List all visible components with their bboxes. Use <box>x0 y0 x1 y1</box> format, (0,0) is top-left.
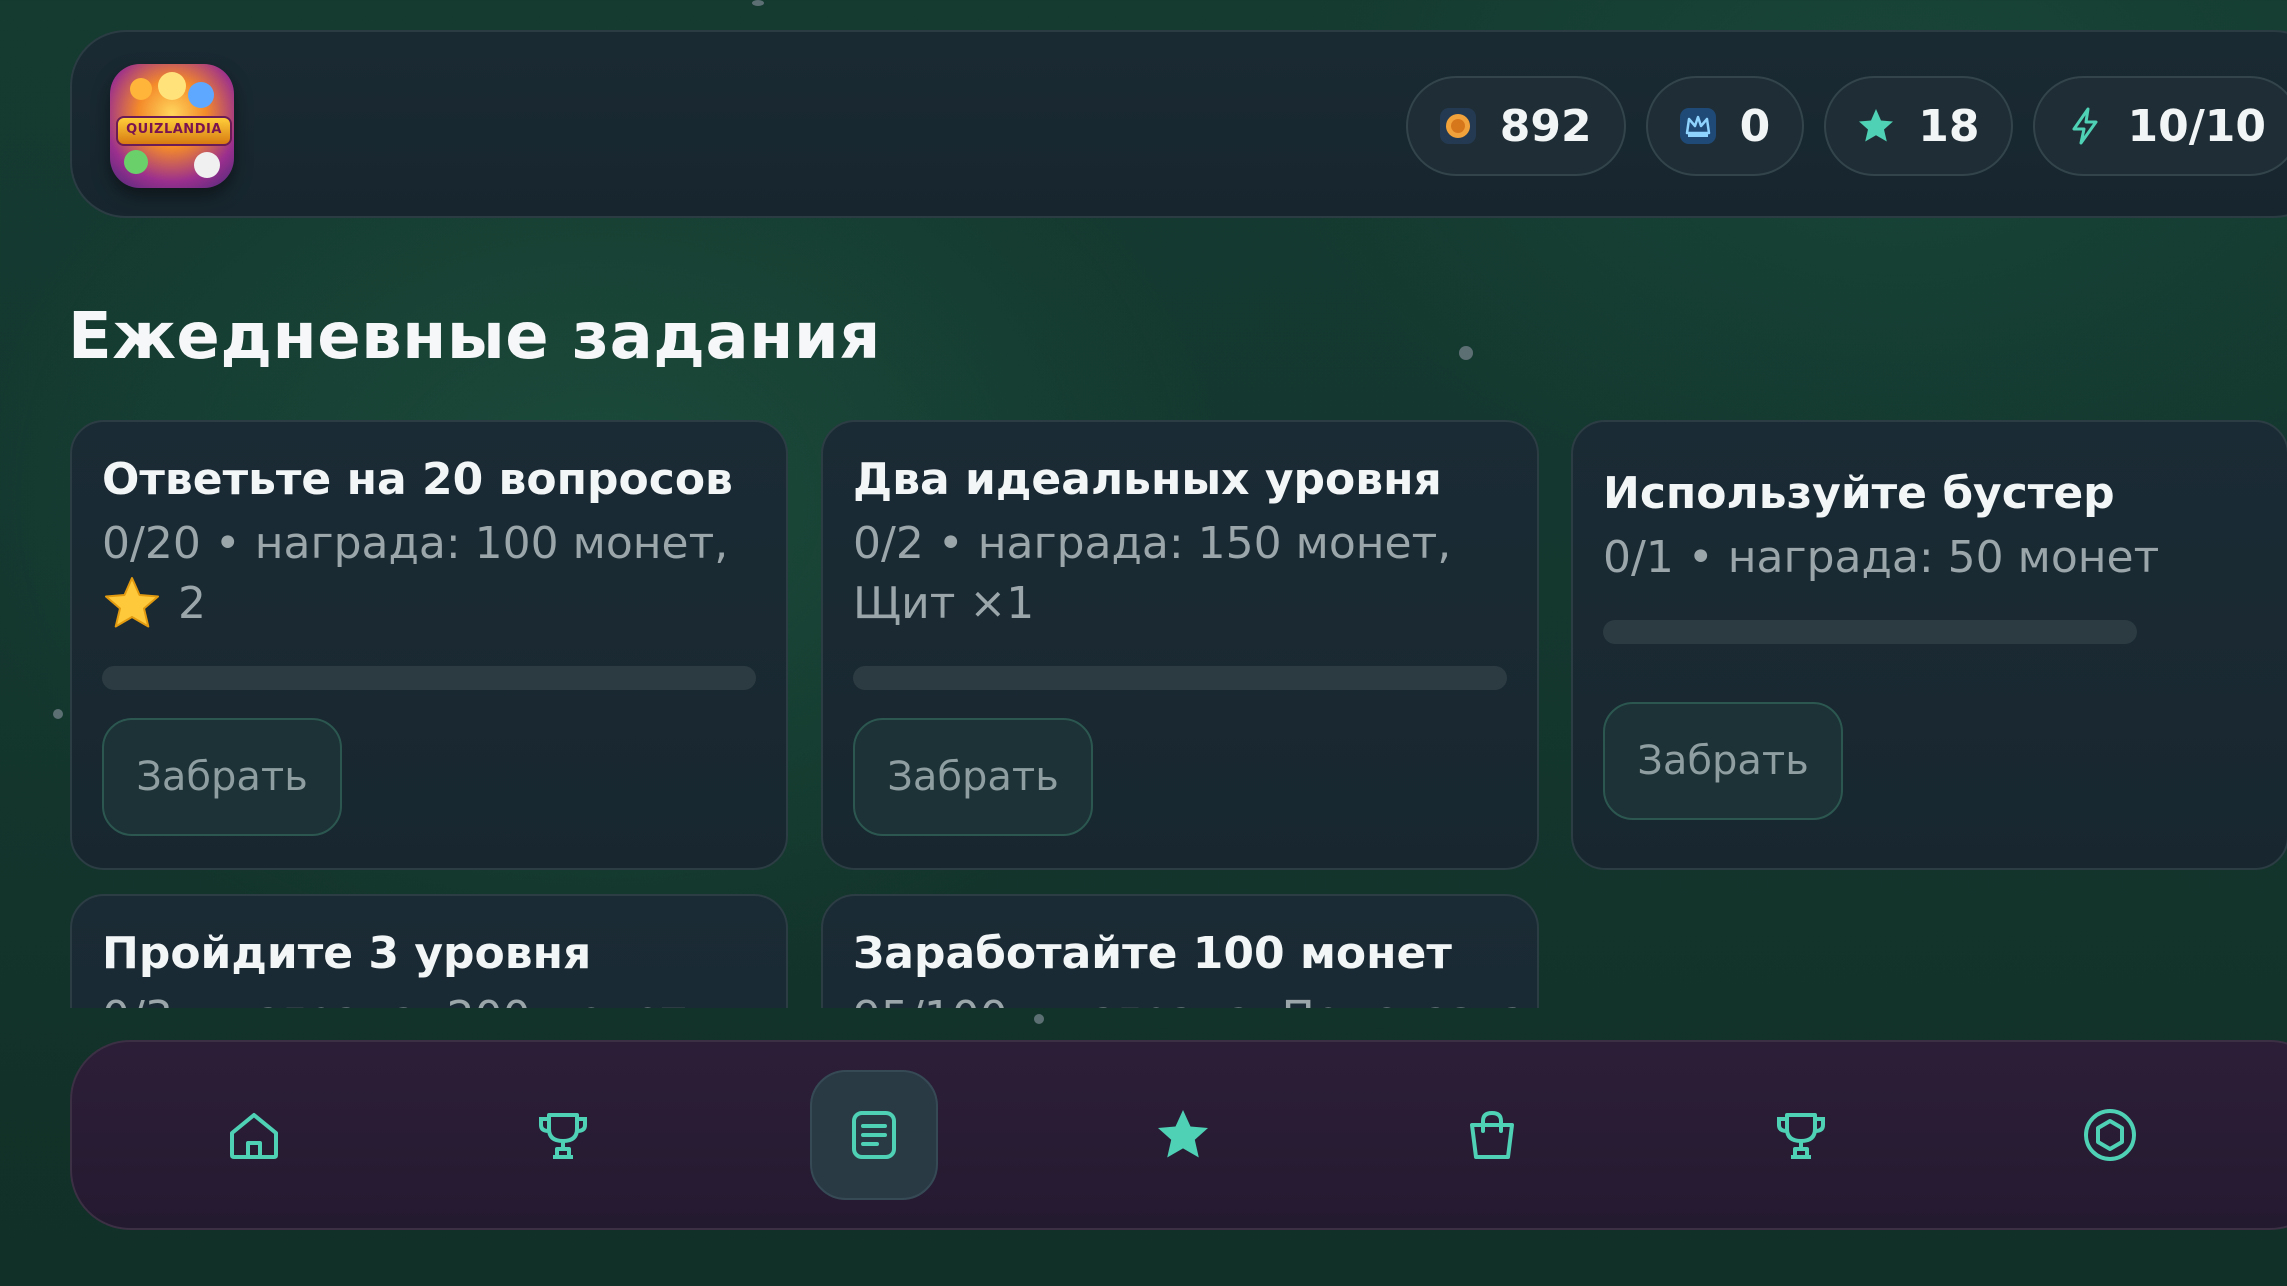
claim-button[interactable]: Забрать <box>1603 702 1843 820</box>
crown-icon <box>1678 106 1718 146</box>
task-progress-reward: 0/2 • награда: 150 монет, <box>853 518 1452 569</box>
decor-dot <box>752 0 764 6</box>
coin-icon <box>1438 106 1478 146</box>
task-reward-stars: 2 <box>178 578 206 629</box>
task-progress-reward: 0/20 • награда: 100 монет, <box>102 518 729 569</box>
task-reward-extra: Щит ×1 <box>853 578 1035 629</box>
nav-home[interactable] <box>190 1070 318 1200</box>
task-progress-bar <box>1603 620 2137 644</box>
crowns-counter[interactable]: 0 <box>1645 76 1805 176</box>
coins-counter[interactable]: 892 <box>1405 76 1626 176</box>
star-icon <box>1856 106 1896 146</box>
logo-text: QUIZLANDIA <box>126 122 222 137</box>
leaderboard-trophy-icon <box>1777 1113 1825 1159</box>
page-title: Ежедневные задания <box>68 300 881 374</box>
energy-value: 10/10 <box>2127 100 2266 152</box>
claim-button[interactable]: Забрать <box>853 718 1093 836</box>
task-card: Используйте бустер 0/1 • награда: 50 мон… <box>1571 420 2287 870</box>
settings-icon <box>2084 1109 2136 1161</box>
app-logo[interactable]: QUIZLANDIA <box>110 64 234 188</box>
task-progress-reward: 0/3 • награда: 200 монет <box>102 988 686 1008</box>
decor-dot <box>1034 1014 1044 1024</box>
task-reward-extra: 2 <box>102 574 206 634</box>
task-progress-bar <box>853 666 1507 690</box>
task-progress-bar <box>102 666 756 690</box>
nav-settings[interactable] <box>2046 1070 2174 1200</box>
star-icon <box>1158 1110 1208 1158</box>
energy-counter[interactable]: 10/10 <box>2033 76 2287 176</box>
task-progress-reward: 95/100 • награда: Подсказка <box>853 988 1527 1008</box>
stars-counter[interactable]: 18 <box>1824 76 2014 176</box>
task-card: Пройдите 3 уровня 0/3 • награда: 200 мон… <box>70 894 788 1008</box>
lightning-icon <box>2065 106 2105 146</box>
stats-bar: 892 0 18 10/10 <box>1405 76 2287 176</box>
claim-button[interactable]: Забрать <box>102 718 342 836</box>
nav-shop[interactable] <box>1428 1070 1556 1200</box>
star-emoji-icon <box>102 574 162 634</box>
crowns-value: 0 <box>1739 100 1771 152</box>
task-card: Ответьте на 20 вопросов 0/20 • награда: … <box>70 420 788 870</box>
task-title: Пройдите 3 уровня <box>102 928 592 979</box>
task-title: Заработайте 100 монет <box>853 928 1452 979</box>
decor-dot <box>1459 346 1473 360</box>
shop-bag-icon <box>1470 1110 1514 1159</box>
home-icon <box>230 1113 278 1159</box>
task-card: Два идеальных уровня 0/2 • награда: 150 … <box>821 420 1539 870</box>
tasks-icon <box>852 1111 896 1159</box>
task-title: Используйте бустер <box>1603 468 2115 519</box>
coins-value: 892 <box>1499 100 1592 152</box>
stars-value: 18 <box>1918 100 1980 152</box>
task-title: Два идеальных уровня <box>853 454 1442 505</box>
task-card: Заработайте 100 монет 95/100 • награда: … <box>821 894 1539 1008</box>
task-title: Ответьте на 20 вопросов <box>102 454 733 505</box>
top-header: QUIZLANDIA 892 0 18 10/10 <box>70 30 2287 218</box>
task-progress-reward: 0/1 • награда: 50 монет <box>1603 532 2160 583</box>
trophy-icon <box>539 1113 587 1159</box>
nav-leaderboard[interactable] <box>1737 1070 1865 1200</box>
nav-trophy[interactable] <box>499 1070 627 1200</box>
bottom-nav <box>70 1040 2287 1230</box>
nav-stars[interactable] <box>1119 1070 1247 1200</box>
tasks-list[interactable]: Ответьте на 20 вопросов 0/20 • награда: … <box>0 410 2287 1008</box>
nav-tasks[interactable] <box>810 1070 938 1200</box>
